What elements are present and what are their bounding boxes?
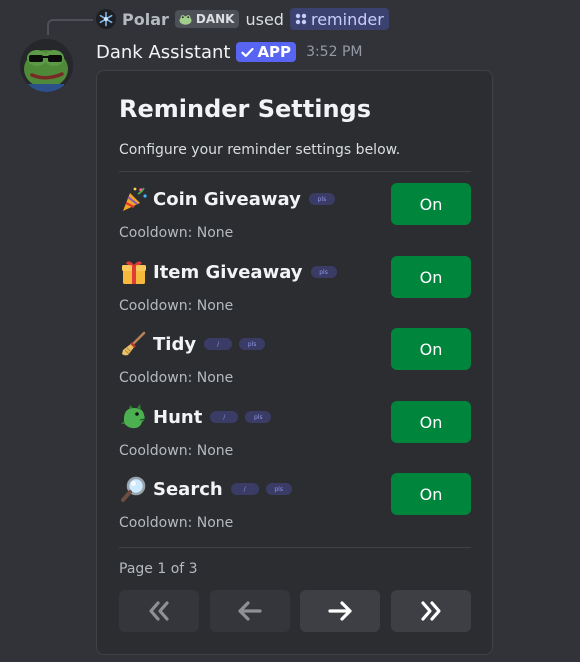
double-chevron-right-icon [421, 601, 441, 621]
command-tag-pill[interactable]: pls [245, 411, 272, 423]
reminder-settings-card: Reminder Settings Configure your reminde… [96, 70, 493, 655]
command-tag-pill[interactable]: / [204, 338, 233, 350]
reminder-item-cooldown: Cooldown: None [119, 298, 234, 314]
snowflake-avatar-icon [99, 11, 113, 27]
reminder-item-name: Hunt [153, 406, 203, 428]
guild-tag[interactable]: DANK [174, 10, 240, 28]
card-title: Reminder Settings [119, 95, 372, 123]
command-tag-pill[interactable]: / [230, 483, 259, 495]
toggle-on-button[interactable]: On [391, 256, 471, 298]
reply-avatar[interactable] [96, 9, 116, 29]
command-tag-pill[interactable]: pls [239, 338, 266, 350]
reminder-item-cooldown: Cooldown: None [119, 370, 234, 386]
broom-icon [119, 330, 149, 358]
reminder-item-header: Tidy / pls [119, 330, 268, 358]
message-header: Dank Assistant APP 3:52 PM [96, 39, 362, 65]
next-page-button[interactable] [300, 590, 380, 632]
double-chevron-left-icon [149, 601, 169, 621]
gift-icon [119, 258, 149, 286]
dragon-icon [119, 403, 149, 431]
command-tag-pill[interactable]: pls [308, 193, 335, 205]
checkmark-icon [241, 47, 255, 57]
reply-context[interactable]: Polar DANK used reminder [96, 8, 389, 30]
magnifier-icon [119, 475, 149, 503]
command-mention[interactable]: reminder [289, 8, 389, 30]
command-tag-pill[interactable]: / [210, 411, 239, 423]
party-popper-icon [119, 185, 149, 213]
reminder-item-header: Item Giveaway pls [119, 258, 340, 286]
toggle-on-button[interactable]: On [391, 328, 471, 370]
frog-tag-icon [179, 14, 192, 25]
reply-connector [47, 19, 93, 35]
reminder-item-cooldown: Cooldown: None [119, 225, 234, 241]
reminder-item-header: Hunt / pls [119, 403, 274, 431]
reminder-item-cooldown: Cooldown: None [119, 515, 234, 531]
reminder-item: Item Giveaway pls Cooldown: None On [119, 256, 471, 318]
divider [119, 547, 471, 548]
first-page-button[interactable] [119, 590, 199, 632]
reminder-item: Coin Giveaway pls Cooldown: None On [119, 183, 471, 245]
reminder-item-name: Tidy [153, 333, 197, 355]
reminder-item-header: Coin Giveaway pls [119, 185, 338, 213]
reply-username[interactable]: Polar [122, 10, 169, 29]
command-name: reminder [310, 9, 384, 29]
toggle-on-button[interactable]: On [391, 473, 471, 515]
toggle-on-button[interactable]: On [391, 401, 471, 443]
reminder-item: Tidy / pls Cooldown: None On [119, 328, 471, 390]
divider [119, 171, 471, 172]
guild-tag-label: DANK [195, 12, 235, 26]
message-view: Polar DANK used reminder Dank Assistant … [0, 0, 580, 662]
author-avatar[interactable] [20, 39, 73, 92]
card-description: Configure your reminder settings below. [119, 142, 401, 158]
previous-page-button[interactable] [210, 590, 290, 632]
message-timestamp[interactable]: 3:52 PM [306, 44, 362, 60]
reminder-item-cooldown: Cooldown: None [119, 443, 234, 459]
reminder-item-name: Item Giveaway [153, 261, 303, 283]
command-tag-pill[interactable]: pls [310, 266, 337, 278]
app-badge: APP [236, 42, 297, 62]
author-name[interactable]: Dank Assistant [96, 42, 230, 63]
slash-command-icon [295, 13, 307, 25]
command-tag-pill[interactable]: pls [265, 483, 292, 495]
reminder-item: Search / pls Cooldown: None On [119, 473, 471, 535]
page-indicator: Page 1 of 3 [119, 561, 198, 577]
reminder-item-name: Coin Giveaway [153, 188, 301, 210]
app-badge-label: APP [257, 43, 292, 61]
toggle-on-button[interactable]: On [391, 183, 471, 225]
reminder-item: Hunt / pls Cooldown: None On [119, 401, 471, 463]
arrow-left-icon [238, 601, 262, 621]
pepe-avatar-icon [20, 39, 73, 92]
reminder-item-name: Search [153, 478, 223, 500]
arrow-right-icon [328, 601, 352, 621]
reminder-item-header: Search / pls [119, 475, 295, 503]
reply-used-text: used [245, 9, 284, 29]
last-page-button[interactable] [391, 590, 471, 632]
